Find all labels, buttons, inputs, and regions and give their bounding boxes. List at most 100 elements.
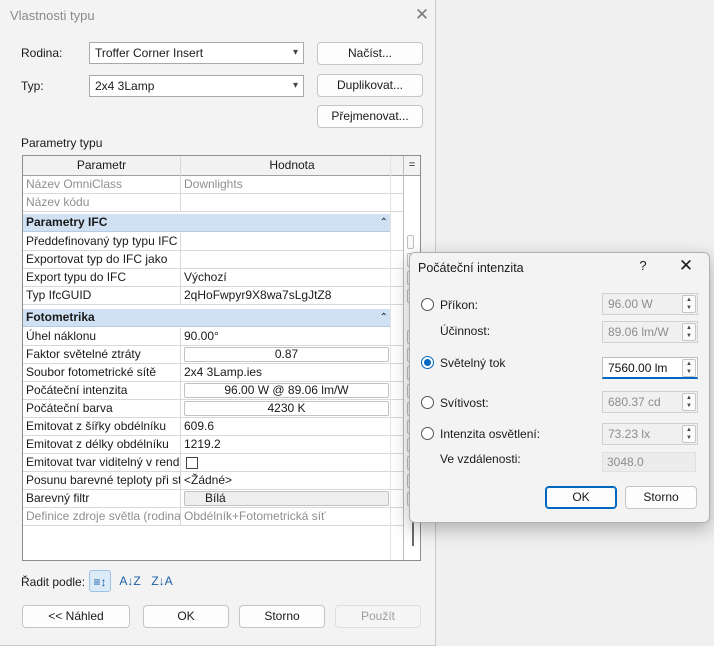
param-value[interactable]: <Žádné> — [181, 472, 403, 490]
family-label: Rodina: — [21, 46, 62, 60]
loss-factor-button[interactable]: 0.87 — [184, 347, 389, 362]
col-header-value[interactable]: Hodnota — [181, 156, 403, 176]
rename-button[interactable]: Přejmenovat... — [317, 105, 423, 128]
table-row[interactable]: Počáteční intenzita 96.00 W @ 89.06 lm/W — [23, 382, 403, 400]
table-row[interactable]: Export typu do IFC Výchozí — [23, 269, 403, 287]
preview-button[interactable]: << Náhled — [22, 605, 130, 628]
intensity-label: Svítivost: — [440, 396, 489, 410]
spinner-arrows-icon[interactable]: ▲▼ — [682, 359, 696, 377]
table-row[interactable]: Exportovat typ do IFC jako — [23, 251, 403, 269]
param-name: Export typu do IFC — [23, 269, 181, 287]
flux-radio[interactable] — [421, 356, 434, 369]
intensity-value: 680.37 cd — [608, 395, 661, 409]
param-value: Obdélník+Fotometrická síť — [181, 508, 403, 526]
spinner-arrows-icon[interactable]: ▲▼ — [682, 393, 696, 411]
distance-value: 3048.0 — [607, 455, 644, 469]
chevron-down-icon: ▾ — [293, 43, 298, 63]
param-name: Definice zdroje světla (rodina — [23, 508, 181, 526]
initial-intensity-button[interactable]: 96.00 W @ 89.06 lm/W — [184, 383, 389, 398]
param-name: Barevný filtr — [23, 490, 181, 508]
param-value: Downlights — [181, 176, 403, 194]
close-icon[interactable]: ✕ — [412, 5, 432, 25]
distance-field[interactable]: 3048.0 — [602, 452, 696, 472]
distance-label: Ve vzdálenosti: — [440, 452, 521, 466]
param-value[interactable]: 90.00° — [181, 328, 403, 346]
table-row[interactable]: Faktor světelné ztráty 0.87 — [23, 346, 403, 364]
param-name: Počáteční barva — [23, 400, 181, 418]
ok-button[interactable]: OK — [143, 605, 229, 628]
intensity-field[interactable]: 680.37 cd ▲▼ — [602, 391, 698, 413]
emit-shape-checkbox[interactable] — [186, 457, 198, 469]
wattage-field[interactable]: 96.00 W ▲▼ — [602, 293, 698, 315]
spinner-arrows-icon[interactable]: ▲▼ — [682, 425, 696, 443]
flux-label: Světelný tok — [440, 356, 505, 370]
wattage-label: Příkon: — [440, 298, 478, 312]
sort-ascending-icon[interactable]: A↓Z — [119, 570, 141, 592]
table-row[interactable]: Předdefinovaný typ typu IFC — [23, 233, 403, 251]
table-row[interactable]: Barevný filtr Bílá — [23, 490, 403, 508]
collapse-icon[interactable]: ⌃ — [380, 309, 388, 326]
intensity-radio[interactable] — [421, 396, 434, 409]
table-row[interactable]: Typ IfcGUID 2qHoFwpyr9X8wa7sLgJtZ8 — [23, 287, 403, 305]
table-row[interactable]: Název kódu — [23, 194, 403, 212]
duplicate-button[interactable]: Duplikovat... — [317, 74, 423, 97]
table-row[interactable]: Emitovat tvar viditelný v rend — [23, 454, 403, 472]
col-header-formula[interactable]: = — [404, 156, 420, 176]
col-header-param[interactable]: Parametr — [23, 156, 181, 176]
ok-button[interactable]: OK — [545, 486, 617, 509]
close-icon[interactable]: ✕ — [676, 256, 696, 276]
cancel-button[interactable]: Storno — [239, 605, 325, 628]
param-value[interactable]: 2x4 3Lamp.ies — [181, 364, 403, 382]
param-value[interactable]: 1219.2 — [181, 436, 403, 454]
family-combobox[interactable]: Troffer Corner Insert ▾ — [89, 42, 304, 64]
group-row-photometrics[interactable]: Fotometrika ⌃ — [23, 309, 390, 327]
param-value[interactable] — [181, 251, 403, 269]
initial-color-button[interactable]: 4230 K — [184, 401, 389, 416]
param-name: Exportovat typ do IFC jako — [23, 251, 181, 269]
sort-category-icon[interactable]: ≡↕ — [89, 570, 111, 592]
efficacy-field[interactable]: 89.06 lm/W ▲▼ — [602, 321, 698, 343]
dialog-title: Počáteční intenzita — [418, 261, 524, 275]
param-name: Název kódu — [23, 194, 181, 212]
group-label: Parametry IFC — [23, 214, 323, 232]
illuminance-field[interactable]: 73.23 lx ▲▼ — [602, 423, 698, 445]
sort-descending-icon[interactable]: Z↓A — [151, 570, 173, 592]
illuminance-value: 73.23 lx — [608, 427, 650, 441]
spinner-arrows-icon[interactable]: ▲▼ — [682, 323, 696, 341]
param-value[interactable]: 609.6 — [181, 418, 403, 436]
param-value[interactable]: Výchozí — [181, 269, 403, 287]
spinner-arrows-icon[interactable]: ▲▼ — [682, 295, 696, 313]
table-row[interactable]: Název OmniClass Downlights — [23, 176, 403, 194]
grid-scrollbar[interactable] — [390, 156, 402, 560]
table-row[interactable]: Úhel náklonu 90.00° — [23, 328, 403, 346]
apply-button[interactable]: Použít — [335, 605, 421, 628]
cancel-button[interactable]: Storno — [625, 486, 697, 509]
table-row[interactable]: Definice zdroje světla (rodina Obdélník+… — [23, 508, 403, 526]
param-name: Emitovat z délky obdélníku — [23, 436, 181, 454]
parameter-grid: Parametr Hodnota Název OmniClass Downlig… — [22, 155, 421, 561]
group-row-ifc[interactable]: Parametry IFC ⌃ — [23, 214, 390, 232]
table-row[interactable]: Emitovat z šířky obdélníku 609.6 — [23, 418, 403, 436]
table-row[interactable]: Emitovat z délky obdélníku 1219.2 — [23, 436, 403, 454]
color-filter-button[interactable]: Bílá — [184, 491, 389, 506]
wattage-radio[interactable] — [421, 298, 434, 311]
sort-label: Řadit podle: — [21, 575, 85, 589]
grid-header: Parametr Hodnota — [23, 156, 403, 176]
param-value — [181, 194, 403, 212]
table-row[interactable]: Soubor fotometrické sítě 2x4 3Lamp.ies — [23, 364, 403, 382]
formula-stub[interactable] — [407, 235, 414, 249]
load-button[interactable]: Načíst... — [317, 42, 423, 65]
help-icon[interactable]: ? — [636, 258, 650, 273]
param-value[interactable]: 2qHoFwpyr9X8wa7sLgJtZ8 — [181, 287, 403, 305]
param-name: Typ IfcGUID — [23, 287, 181, 305]
type-combobox[interactable]: 2x4 3Lamp ▾ — [89, 75, 304, 97]
table-row[interactable]: Posunu barevné teploty při st <Žádné> — [23, 472, 403, 490]
param-name: Předdefinovaný typ typu IFC — [23, 233, 181, 251]
illuminance-radio[interactable] — [421, 427, 434, 440]
table-row[interactable]: Počáteční barva 4230 K — [23, 400, 403, 418]
flux-value: 7560.00 lm — [608, 361, 667, 375]
collapse-icon[interactable]: ⌃ — [380, 214, 388, 231]
family-value: Troffer Corner Insert — [95, 46, 203, 60]
flux-field[interactable]: 7560.00 lm ▲▼ — [602, 357, 698, 379]
param-value[interactable] — [181, 233, 403, 251]
